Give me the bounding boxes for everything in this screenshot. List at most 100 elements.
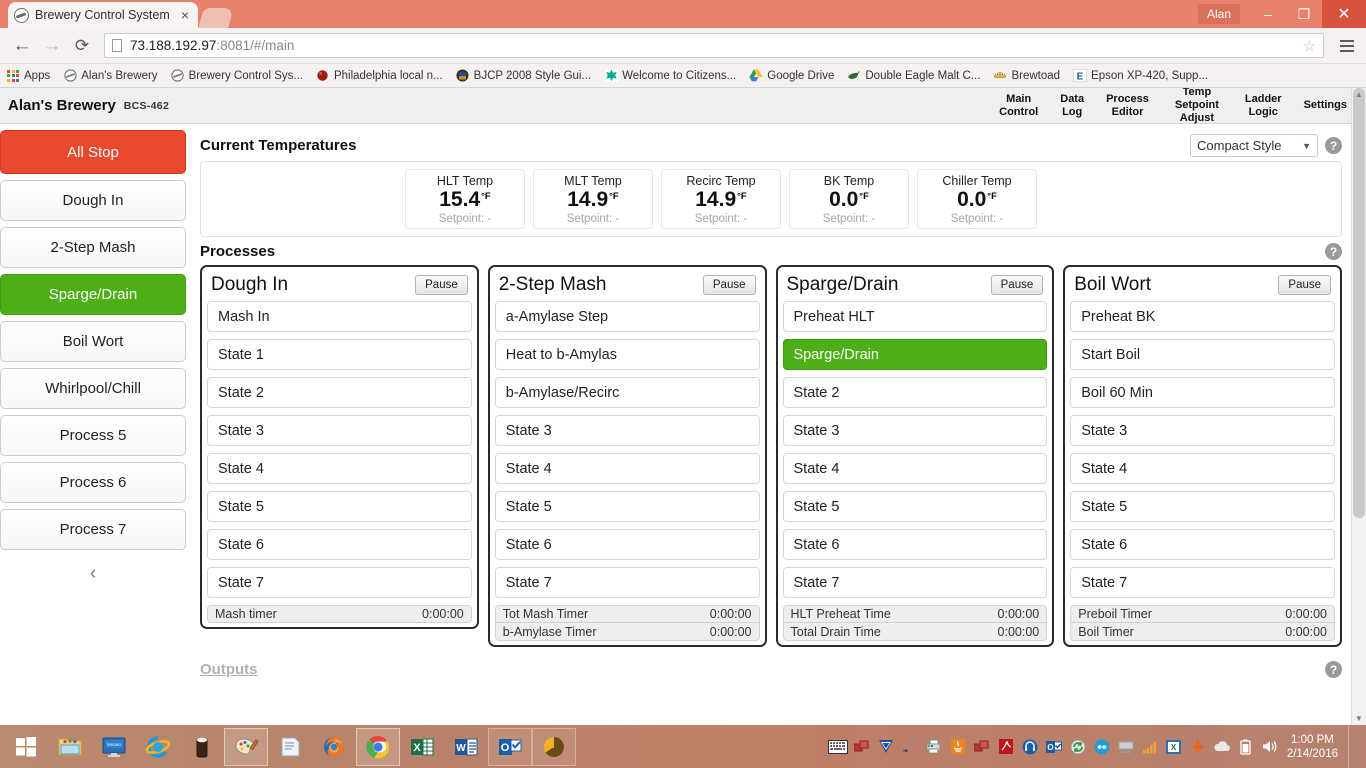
nav-item[interactable]: Process Editor — [1095, 93, 1160, 119]
network-shared-icon[interactable] — [851, 728, 873, 766]
word-button[interactable]: W — [444, 728, 488, 766]
headset-icon[interactable] — [1019, 728, 1041, 766]
nav-item[interactable]: Main Control — [988, 93, 1049, 119]
internet-explorer-button[interactable] — [136, 728, 180, 766]
address-bar[interactable]: 73.188.192.97:8081/#/main ☆ — [104, 33, 1324, 58]
network-shared-2-icon[interactable] — [971, 728, 993, 766]
firefox-button[interactable] — [312, 728, 356, 766]
thunderbird-button[interactable] — [532, 727, 576, 766]
battery-icon[interactable] — [1235, 728, 1257, 766]
onedrive-icon[interactable] — [1211, 728, 1233, 766]
process-state-item[interactable]: State 7 — [207, 567, 472, 598]
bookmark-item[interactable]: Double Eagle Malt C... — [847, 69, 980, 83]
scroll-down-icon[interactable]: ▼ — [1355, 714, 1363, 723]
outlook-tray-icon[interactable]: O — [1043, 728, 1065, 766]
sidebar-item-dough-in[interactable]: Dough In — [0, 180, 186, 221]
process-state-item[interactable]: State 4 — [1070, 453, 1335, 484]
process-state-item[interactable]: State 6 — [782, 529, 1048, 560]
pause-button[interactable]: Pause — [415, 275, 468, 295]
sidebar-item-sparge-drain[interactable]: Sparge/Drain — [0, 274, 186, 315]
process-state-item[interactable]: State 6 — [494, 529, 760, 560]
process-state-item[interactable]: State 5 — [494, 491, 760, 522]
outputs-title[interactable]: Outputs — [200, 661, 258, 678]
back-icon[interactable]: ← — [8, 32, 36, 60]
process-state-item[interactable]: State 5 — [782, 491, 1048, 522]
process-state-item[interactable]: State 4 — [494, 453, 760, 484]
sidebar-collapse-icon[interactable]: ‹ — [0, 556, 186, 585]
browser-tab[interactable]: Brewery Control System × — [8, 2, 198, 28]
google-chrome-button[interactable] — [356, 727, 400, 766]
temperatures-help-icon[interactable]: ? — [1325, 137, 1342, 154]
bookmark-item[interactable]: Google Drive — [749, 69, 834, 83]
scrollbar-thumb[interactable] — [1353, 88, 1365, 518]
scroll-up-icon[interactable]: ▲ — [1355, 90, 1363, 99]
reload-icon[interactable]: ⟳ — [68, 32, 96, 60]
process-state-item[interactable]: Mash In — [207, 301, 472, 332]
adobe-reader-icon[interactable] — [995, 728, 1017, 766]
process-state-item[interactable]: State 3 — [494, 415, 760, 446]
process-state-item[interactable]: State 3 — [207, 415, 472, 446]
sidebar-item-process-7[interactable]: Process 7 — [0, 509, 186, 550]
onscreen-keyboard-icon[interactable] — [827, 728, 849, 766]
monitor-icon[interactable] — [1115, 728, 1137, 766]
bookmark-item[interactable]: E Epson XP-420, Supp... — [1073, 69, 1208, 83]
vipre-security-icon[interactable] — [875, 728, 897, 766]
plug-icon[interactable] — [1187, 728, 1209, 766]
all-stop-button[interactable]: All Stop — [0, 130, 186, 174]
bookmark-item[interactable]: Philadelphia local n... — [316, 69, 443, 83]
process-state-item[interactable]: State 5 — [207, 491, 472, 522]
process-state-item[interactable]: Preheat BK — [1070, 301, 1335, 332]
process-state-item[interactable]: State 2 — [782, 377, 1048, 408]
maximize-button[interactable]: ❐ — [1286, 0, 1322, 28]
process-state-item[interactable]: Heat to b-Amylas — [494, 339, 760, 370]
intel-display-icon[interactable] — [1091, 728, 1113, 766]
nav-item[interactable]: Settings — [1293, 99, 1358, 112]
process-state-item[interactable]: State 3 — [782, 415, 1048, 446]
tab-close-icon[interactable]: × — [178, 7, 192, 23]
excel-tray-icon[interactable]: X — [1163, 728, 1185, 766]
sync-icon[interactable] — [1067, 728, 1089, 766]
process-state-item[interactable]: State 4 — [782, 453, 1048, 484]
style-select[interactable]: Compact Style ▼ — [1190, 134, 1318, 157]
process-state-item[interactable]: a-Amylase Step — [494, 301, 760, 332]
excel-button[interactable]: X — [400, 728, 444, 766]
nav-item[interactable]: Ladder Logic — [1234, 93, 1293, 119]
processes-help-icon[interactable]: ? — [1325, 243, 1342, 260]
taskbar-clock[interactable]: 1:00 PM 2/14/2016 — [1283, 733, 1346, 761]
process-state-item[interactable]: Preheat HLT — [782, 301, 1048, 332]
process-state-item[interactable]: Boil 60 Min — [1070, 377, 1335, 408]
outputs-help-icon[interactable]: ? — [1325, 661, 1342, 678]
nav-item[interactable]: Data Log — [1049, 93, 1095, 119]
new-tab-button[interactable] — [198, 8, 234, 28]
start-button[interactable] — [4, 727, 48, 767]
process-state-item[interactable]: State 2 — [207, 377, 472, 408]
process-state-item[interactable]: Start Boil — [1070, 339, 1335, 370]
show-desktop-button[interactable] — [1348, 725, 1356, 768]
sidebar-item-boil-wort[interactable]: Boil Wort — [0, 321, 186, 362]
volume-icon[interactable] — [1259, 728, 1281, 766]
process-state-item[interactable]: State 6 — [207, 529, 472, 560]
bookmark-item[interactable]: Welcome to Citizens... — [604, 69, 736, 83]
process-state-item[interactable]: State 4 — [207, 453, 472, 484]
bookmark-item[interactable]: Brewtoad — [993, 69, 1060, 83]
pause-button[interactable]: Pause — [702, 275, 756, 295]
minimize-button[interactable]: – — [1250, 0, 1286, 28]
file-explorer-button[interactable] — [48, 728, 92, 766]
pause-button[interactable]: Pause — [990, 275, 1044, 295]
process-state-item[interactable]: b-Amylase/Recirc — [494, 377, 760, 408]
outlook-button[interactable]: O — [488, 727, 532, 766]
process-state-item[interactable]: State 7 — [494, 567, 760, 598]
printer-icon[interactable] — [899, 728, 921, 766]
sidebar-item-whirlpool-chill[interactable]: Whirlpool/Chill — [0, 368, 186, 409]
bookmark-item[interactable]: Brewery Control Sys... — [171, 69, 303, 83]
sidebar-item-process-5[interactable]: Process 5 — [0, 415, 186, 456]
bookmark-item[interactable]: Apps — [6, 69, 50, 83]
pause-button[interactable]: Pause — [1278, 275, 1331, 295]
sidebar-item-2-step-mash[interactable]: 2-Step Mash — [0, 227, 186, 268]
print-spooler-icon[interactable] — [923, 728, 945, 766]
sidebar-item-process-6[interactable]: Process 6 — [0, 462, 186, 503]
forward-icon[interactable]: → — [38, 32, 66, 60]
chrome-menu-icon[interactable] — [1336, 39, 1358, 52]
bookmark-item[interactable]: Alan's Brewery — [63, 69, 158, 83]
nav-item[interactable]: Temp Setpoint Adjust — [1160, 88, 1234, 125]
